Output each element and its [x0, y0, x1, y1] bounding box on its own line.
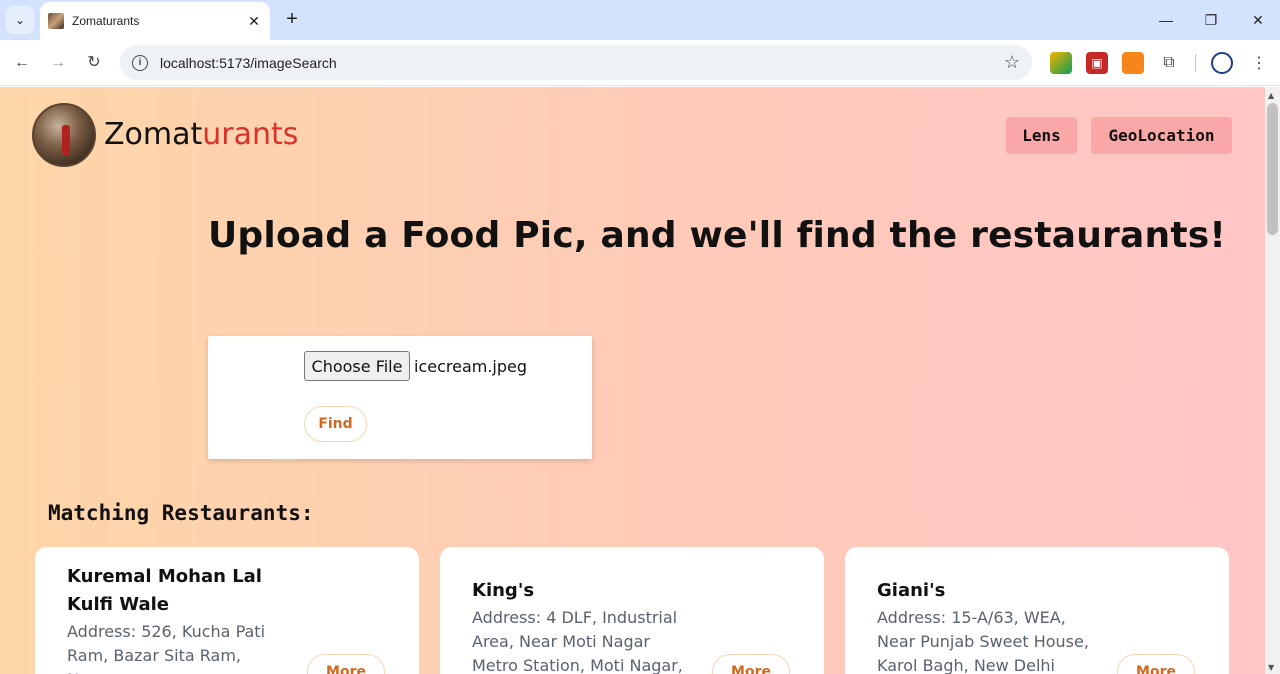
minimize-icon[interactable]: —: [1154, 8, 1178, 32]
window-close-icon[interactable]: ✕: [1246, 8, 1270, 32]
forward-icon[interactable]: →: [46, 51, 70, 75]
tab-title: Zomaturants: [72, 14, 140, 28]
close-tab-icon[interactable]: ✕: [246, 13, 262, 29]
upload-card: Choose File icecream.jpeg Find: [208, 336, 592, 459]
restaurant-card: Kuremal Mohan Lal Kulfi Wale Address: 52…: [35, 547, 419, 674]
page-viewport: Zomaturants Lens GeoLocation Upload a Fo…: [0, 87, 1280, 674]
results-title: Matching Restaurants:: [48, 501, 314, 525]
brand-part-1: Zomat: [104, 117, 203, 152]
logo: [32, 103, 96, 167]
more-button[interactable]: More: [712, 654, 790, 674]
brand-title: Zomaturants: [104, 117, 298, 152]
page-scrollbar[interactable]: ▲ ▼: [1265, 87, 1280, 674]
tab-search-chevron-icon[interactable]: ⌄: [6, 6, 34, 34]
url-text[interactable]: localhost:5173/imageSearch: [160, 55, 1004, 71]
more-button[interactable]: More: [307, 654, 385, 674]
selected-file-name: icecream.jpeg: [414, 357, 528, 376]
brand-part-2: urants: [202, 117, 299, 152]
back-icon[interactable]: ←: [10, 51, 34, 75]
choose-file-button[interactable]: Choose File: [304, 351, 410, 381]
extension-1-icon[interactable]: [1050, 52, 1072, 74]
favicon-icon: [48, 13, 64, 29]
extensions-puzzle-icon[interactable]: ⧉: [1158, 52, 1180, 74]
restaurant-name: King's: [472, 580, 535, 601]
browser-tab[interactable]: Zomaturants ✕: [40, 2, 270, 40]
browser-toolbar: ← → ↻ i localhost:5173/imageSearch ☆ ▣ ⧉…: [0, 40, 1280, 86]
scroll-up-arrow-icon[interactable]: ▲: [1268, 91, 1274, 100]
restaurant-name: Kuremal Mohan Lal Kulfi Wale: [67, 566, 262, 615]
restaurant-address: Address: 15-A/63, WEA, Near Punjab Sweet…: [877, 608, 1089, 674]
restaurant-address: Address: 526, Kucha Pati Ram, Bazar Sita…: [67, 622, 266, 674]
restaurant-card: Giani's Address: 15-A/63, WEA, Near Punj…: [845, 547, 1229, 674]
site-info-icon[interactable]: i: [132, 54, 148, 71]
more-button[interactable]: More: [1117, 654, 1195, 674]
bookmark-star-icon[interactable]: ☆: [1004, 52, 1020, 73]
scroll-down-arrow-icon[interactable]: ▼: [1268, 663, 1274, 672]
menu-kebab-icon[interactable]: ⋮: [1248, 52, 1270, 74]
profile-avatar[interactable]: [1211, 52, 1233, 74]
page-headline: Upload a Food Pic, and we'll find the re…: [208, 215, 1226, 256]
metamask-icon[interactable]: [1122, 52, 1144, 74]
address-bar[interactable]: i localhost:5173/imageSearch ☆: [120, 45, 1032, 80]
extension-2-icon[interactable]: ▣: [1086, 52, 1108, 74]
toolbar-divider: [1195, 54, 1196, 72]
reload-icon[interactable]: ↻: [82, 51, 106, 75]
restaurant-card: King's Address: 4 DLF, Industrial Area, …: [440, 547, 824, 674]
restore-icon[interactable]: ❐: [1199, 8, 1223, 32]
scrollbar-thumb[interactable]: [1267, 103, 1278, 235]
browser-tab-bar: ⌄ Zomaturants ✕ + — ❐ ✕: [0, 0, 1280, 40]
find-button[interactable]: Find: [304, 406, 367, 442]
restaurant-address: Address: 4 DLF, Industrial Area, Near Mo…: [472, 608, 683, 674]
nav-lens-button[interactable]: Lens: [1006, 117, 1077, 154]
restaurant-name: Giani's: [877, 580, 946, 601]
new-tab-icon[interactable]: +: [280, 8, 304, 32]
nav-geolocation-button[interactable]: GeoLocation: [1091, 117, 1232, 154]
